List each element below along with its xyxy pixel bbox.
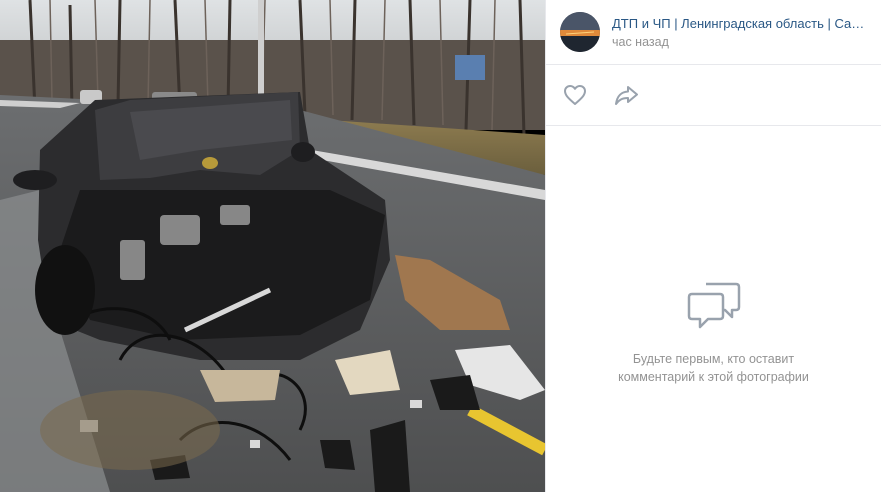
comments-icon: [687, 282, 740, 329]
like-button[interactable]: [560, 80, 590, 110]
heart-icon: [564, 85, 586, 105]
crash-photo: [0, 0, 545, 492]
post-actions: [546, 65, 881, 126]
photo-side-panel: ДТП и ЧП | Ленинградская область | Санкт…: [545, 0, 881, 492]
avatar[interactable]: [560, 12, 600, 52]
post-time[interactable]: час назад: [612, 35, 867, 49]
share-icon: [615, 86, 638, 105]
avatar-image: [560, 12, 600, 52]
comments-empty-state: Будьте первым, кто оставит комментарий к…: [546, 280, 881, 386]
comments-empty-text: Будьте первым, кто оставит комментарий к…: [618, 352, 809, 384]
share-button[interactable]: [612, 80, 642, 110]
author-name-link[interactable]: ДТП и ЧП | Ленинградская область | Санкт…: [612, 16, 867, 31]
photo[interactable]: [0, 0, 545, 492]
photo-viewer: ДТП и ЧП | Ленинградская область | Санкт…: [0, 0, 881, 492]
post-author-header: ДТП и ЧП | Ленинградская область | Санкт…: [546, 0, 881, 65]
